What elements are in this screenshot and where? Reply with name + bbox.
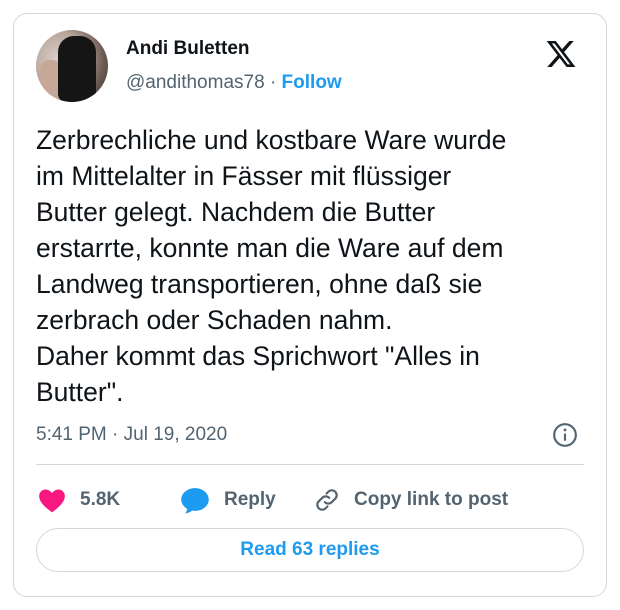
like-count: 5.8K [80,489,121,510]
avatar[interactable] [36,30,108,102]
read-replies-button[interactable]: Read 63 replies [36,528,584,572]
divider [36,464,584,465]
copy-link-label: Copy link to post [354,489,509,510]
speech-bubble-icon [181,488,209,514]
tweet-text: Zerbrechliche und kostbare Ware wurde im… [36,122,596,410]
action-bar: 5.8K Reply Copy link to post [36,480,596,520]
x-logo-icon[interactable] [544,38,578,70]
tweet-line: Zerbrechliche und kostbare Ware wurde [36,125,507,155]
tweet-card: Andi Buletten @andithomas78 · Follow Zer… [13,13,607,597]
tweet-line: erstarrte, konnte man die Ware auf dem [36,233,504,263]
tweet-timestamp[interactable]: 5:41 PM · Jul 19, 2020 [36,424,227,446]
avatar-figure [58,36,96,102]
tweet-line: Butter gelegt. Nachdem die Butter [36,197,436,227]
handle-separator: · [269,72,277,93]
reply-label: Reply [224,489,276,510]
like-button[interactable]: 5.8K [38,480,120,520]
tweet-line: Landweg transportieren, ohne daß sie [36,269,483,299]
reply-button[interactable]: Reply [180,480,276,520]
copy-link-button[interactable]: Copy link to post [314,480,508,520]
follow-button[interactable]: Follow [282,72,342,93]
tweet-line: Daher kommt das Sprichwort "Alles in [36,341,480,371]
author-name[interactable]: Andi Buletten [126,38,250,60]
tweet-line: Butter". [36,377,124,407]
author-handle-row: @andithomas78 · Follow [126,72,342,94]
heart-icon [39,489,65,513]
link-icon [316,489,338,511]
tweet-line: im Mittelalter in Fässer mit flüssiger [36,161,452,191]
info-icon[interactable] [552,422,578,448]
author-handle[interactable]: @andithomas78 [126,72,265,93]
tweet-line: zerbrach oder Schaden nahm. [36,305,393,335]
